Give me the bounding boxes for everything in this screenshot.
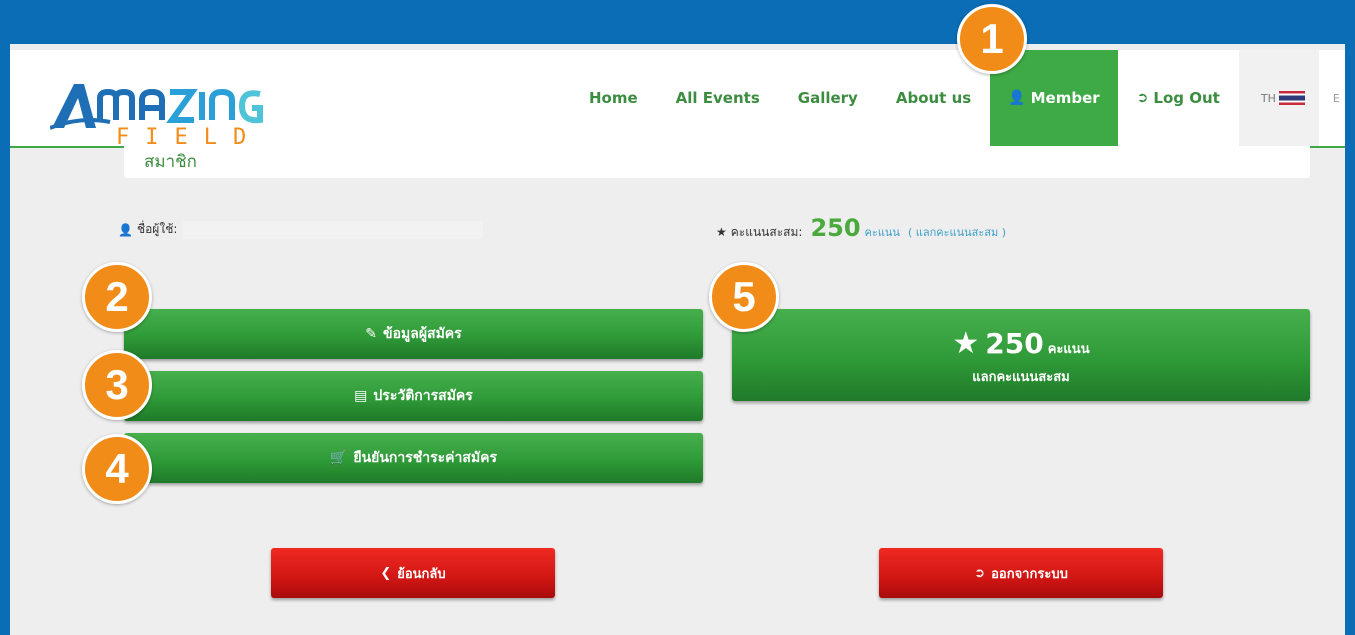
step-badge-3: 3 <box>82 350 152 420</box>
logout-icon: ➲ <box>974 565 986 581</box>
username-row: 👤 ชื่อผู้ใช้: <box>118 220 484 239</box>
signout-button[interactable]: ➲ ออกจากระบบ <box>879 548 1163 598</box>
payment-confirm-button[interactable]: 🛒 ยืนยันการชำระค่าสมัคร <box>124 433 703 483</box>
points-unit: คะแนน <box>864 226 900 239</box>
step-badge-5: 5 <box>709 262 779 332</box>
history-button[interactable]: ▤ ประวัติการสมัคร <box>124 371 703 421</box>
profile-button[interactable]: ✎ ข้อมูลผู้สมัคร <box>124 309 703 359</box>
user-icon: 👤 <box>1008 90 1026 106</box>
back-button[interactable]: ❮ ย้อนกลับ <box>271 548 555 598</box>
nav-logout-label: Log Out <box>1153 89 1220 107</box>
step-badge-1: 1 <box>957 4 1027 74</box>
redeem-points-label: แลกคะแนนสะสม <box>972 370 1070 385</box>
profile-button-label: ข้อมูลผู้สมัคร <box>383 326 462 342</box>
nav-logout[interactable]: ➲ Log Out <box>1118 50 1239 146</box>
nav-home[interactable]: Home <box>570 50 657 146</box>
lang-en-label: E <box>1332 91 1340 105</box>
points-row: ★ คะแนนสะสม: 250 คะแนน ( แลกคะแนนสะสม ) <box>716 214 1006 242</box>
site-header: FIELD Home All Events Gallery About us 👤… <box>10 50 1345 148</box>
redeem-points-unit: คะแนน <box>1047 342 1090 357</box>
history-button-label: ประวัติการสมัคร <box>373 388 473 404</box>
step-badge-4: 4 <box>82 434 152 504</box>
nav-member-label: Member <box>1030 89 1100 107</box>
thai-flag-icon <box>1278 91 1305 105</box>
page-title: สมาชิก <box>144 152 197 172</box>
star-icon: ★ <box>716 225 727 239</box>
payment-button-label: ยืนยันการชำระค่าสมัคร <box>353 450 498 466</box>
svg-text:FIELD: FIELD <box>116 125 262 146</box>
redeem-points-value: 250 <box>985 327 1044 360</box>
user-icon: 👤 <box>118 222 133 237</box>
lang-th-label: TH <box>1260 91 1276 105</box>
page-title-bar: สมาชิก <box>124 146 1310 178</box>
username-value <box>183 220 484 239</box>
logout-icon: ➲ <box>1136 90 1149 106</box>
language-en[interactable]: E <box>1319 50 1340 146</box>
language-th[interactable]: TH <box>1238 50 1319 146</box>
list-icon: ▤ <box>354 388 368 404</box>
amazing-field-logo[interactable]: FIELD <box>50 76 290 146</box>
browser-viewport: FIELD Home All Events Gallery About us 👤… <box>10 44 1345 635</box>
pencil-icon: ✎ <box>365 326 378 342</box>
main-nav: Home All Events Gallery About us 👤 Membe… <box>570 50 1340 146</box>
cart-icon: 🛒 <box>329 450 348 466</box>
step-badge-2: 2 <box>82 262 152 332</box>
nav-gallery[interactable]: Gallery <box>779 50 877 146</box>
back-button-label: ย้อนกลับ <box>397 566 446 582</box>
points-value: 250 <box>810 214 861 242</box>
star-icon: ★ <box>952 326 980 361</box>
signout-button-label: ออกจากระบบ <box>991 566 1068 582</box>
chevron-left-icon: ❮ <box>380 565 392 581</box>
points-label: คะแนนสะสม: <box>730 225 803 239</box>
redeem-points-link[interactable]: ( แลกคะแนนสะสม ) <box>908 223 1006 241</box>
redeem-points-button[interactable]: ★ 250 คะแนน แลกคะแนนสะสม <box>732 309 1310 401</box>
nav-all-events[interactable]: All Events <box>657 50 779 146</box>
username-label: ชื่อผู้ใช้: <box>136 222 178 236</box>
